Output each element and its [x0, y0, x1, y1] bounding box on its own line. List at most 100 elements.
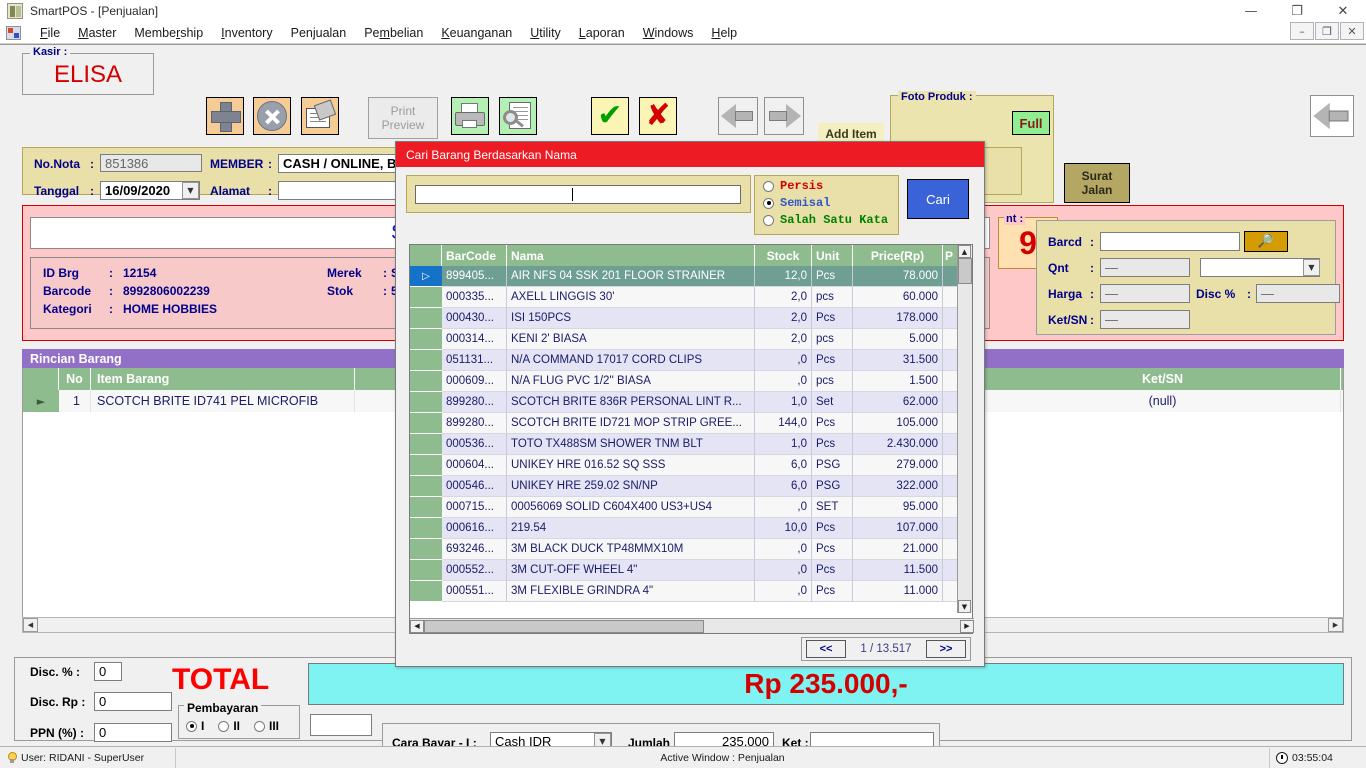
results-col-price[interactable]: Price(Rp) — [853, 245, 943, 266]
preview-button[interactable] — [499, 97, 537, 135]
menu-item-windows[interactable]: Windows — [634, 24, 703, 42]
tanggal-dropdown-chevron-down-icon[interactable]: ▼ — [182, 182, 199, 199]
search-input[interactable] — [415, 185, 741, 204]
pager-prev-button[interactable]: << — [806, 640, 846, 658]
menu-item-help[interactable]: Help — [702, 24, 746, 42]
menu-item-utility[interactable]: Utility — [521, 24, 570, 42]
radio-pembayaran-1-icon[interactable] — [186, 720, 197, 732]
surat-jalan-button[interactable]: Surat Jalan — [1064, 163, 1130, 203]
results-row[interactable]: 000430... ISI 150PCS 2,0 Pcs 178.000 — [410, 308, 972, 329]
scroll-up-icon[interactable]: ▲ — [958, 245, 971, 258]
mdi-window-buttons[interactable]: – ❐ ✕ — [1289, 22, 1364, 42]
menu-item-master[interactable]: Master — [69, 24, 125, 42]
results-row[interactable]: 000546... UNIKEY HRE 259.02 SN/NP 6,0 PSG 32… — [410, 476, 972, 497]
search-mode-salah-satu-kata[interactable]: Salah Satu Kata — [763, 213, 898, 227]
pembayaran-option-1[interactable]: I — [186, 719, 204, 733]
unit-combo[interactable] — [1200, 258, 1320, 277]
minimize-button[interactable]: — — [1228, 0, 1274, 22]
results-row[interactable]: 000609... N/A FLUG PVC 1/2'' BIASA ,0 pcs 1.… — [410, 371, 972, 392]
results-row[interactable]: 000536... TOTO TX488SM SHOWER TNM BLT 1,0 P… — [410, 434, 972, 455]
radio-pembayaran-2-icon[interactable] — [218, 720, 230, 732]
search-results-grid[interactable]: BarCode Nama Stock Unit Price(Rp) P ▷ 899… — [409, 244, 974, 634]
results-horizontal-scrollbar[interactable]: ◀ ▶ — [410, 618, 974, 633]
radio-persis-icon[interactable] — [763, 180, 774, 192]
close-button[interactable]: ✕ — [1320, 0, 1366, 22]
results-row[interactable]: 899280... SCOTCH BRITE ID721 MOP STRIP GR… — [410, 413, 972, 434]
search-mode-semisal[interactable]: Semisal — [763, 196, 898, 210]
menu-item-laporan[interactable]: Laporan — [570, 24, 634, 42]
results-col-unit[interactable]: Unit — [812, 245, 853, 266]
results-row[interactable]: 899280... SCOTCH BRITE 836R PERSONAL LINT… — [410, 392, 972, 413]
menu-item-file[interactable]: File — [31, 24, 69, 42]
scroll-down-icon[interactable]: ▼ — [958, 600, 971, 613]
cell-unit: SET — [812, 497, 853, 518]
results-row[interactable]: 000715... 00056069 SOLID C604X400 US3+US4… — [410, 497, 972, 518]
scroll-left-icon[interactable]: ◀ — [23, 618, 38, 632]
scroll-right-icon[interactable]: ▶ — [1328, 618, 1343, 632]
print-button[interactable] — [451, 97, 489, 135]
disc-pct-input[interactable]: 0 — [94, 662, 122, 681]
mdi-close-button[interactable]: ✕ — [1340, 22, 1364, 40]
results-col-stock[interactable]: Stock — [755, 245, 812, 266]
ppn-input[interactable]: 0 — [94, 723, 172, 742]
results-grid-body[interactable]: ▷ 899405... AIR NFS 04 SSK 201 FLOOR STRAI… — [410, 266, 972, 602]
pembayaran-radio-group[interactable]: I II III — [186, 719, 279, 733]
results-row[interactable]: 000314... KENI 2' BIASA 2,0 pcs 5.000 — [410, 329, 972, 350]
window-controls[interactable]: — ❐ ✕ — [1228, 0, 1366, 22]
results-col-nama[interactable]: Nama — [507, 245, 755, 266]
menu-item-membership[interactable]: Membership — [125, 24, 212, 42]
ketsn-input[interactable]: — — [1100, 310, 1190, 329]
mdi-minimize-button[interactable]: – — [1290, 22, 1314, 40]
disc-input[interactable]: — — [1256, 284, 1340, 303]
kembali-input[interactable] — [310, 714, 372, 736]
edit-button[interactable] — [301, 97, 339, 135]
search-mode-groupbox[interactable]: Persis Semisal Salah Satu Kata — [754, 175, 899, 235]
results-row[interactable]: 000552... 3M CUT-OFF WHEEL 4" ,0 Pcs 11.500 — [410, 560, 972, 581]
cancel-button[interactable] — [253, 97, 291, 135]
results-scroll-right-icon[interactable]: ▶ — [960, 619, 974, 633]
results-pager[interactable]: << 1 / 13.517 >> — [801, 637, 971, 661]
mdi-restore-button[interactable]: ❐ — [1315, 22, 1339, 40]
unit-combo-chevron-down-icon[interactable]: ▼ — [1303, 259, 1320, 276]
results-col-barcode[interactable]: BarCode — [442, 245, 507, 266]
pembayaran-option-3[interactable]: III — [254, 719, 279, 733]
menu-item-inventory[interactable]: Inventory — [212, 24, 281, 42]
pager-next-button[interactable]: >> — [926, 640, 966, 658]
pembayaran-option-2[interactable]: II — [218, 719, 240, 733]
back-button[interactable] — [1310, 95, 1354, 137]
qnt-input[interactable]: — — [1100, 258, 1190, 277]
menu-item-penjualan[interactable]: Penjualan — [282, 24, 356, 42]
results-scroll-left-icon[interactable]: ◀ — [410, 619, 424, 633]
radio-salah-satu-kata-icon[interactable] — [763, 214, 774, 226]
save-button[interactable]: ✔ — [591, 97, 629, 135]
next-record-button[interactable] — [764, 97, 804, 135]
delete-button[interactable]: ✘ — [639, 97, 677, 135]
nonota-input[interactable]: 851386 — [100, 154, 202, 172]
results-row[interactable]: 000335... AXELL LINGGIS 30' 2,0 pcs 60.000 — [410, 287, 972, 308]
arrow-left-big-icon — [1313, 102, 1350, 130]
menu-item-pembelian[interactable]: Pembelian — [355, 24, 432, 42]
results-row[interactable]: ▷ 899405... AIR NFS 04 SSK 201 FLOOR STRAI… — [410, 266, 972, 287]
results-vertical-scrollbar[interactable]: ▲ ▼ — [957, 245, 972, 613]
print-preview-button[interactable]: Print Preview — [368, 97, 438, 139]
results-row[interactable]: 693246... 3M BLACK DUCK TP48MMX10M ,0 Pcs 21… — [410, 539, 972, 560]
disc-rp-input[interactable]: 0 — [94, 692, 172, 711]
radio-pembayaran-3-icon[interactable] — [254, 720, 266, 732]
radio-semisal-icon[interactable] — [763, 197, 774, 209]
results-row[interactable]: 051131... N/A COMMAND 17017 CORD CLIPS ,0 P… — [410, 350, 972, 371]
barcd-input[interactable] — [1100, 232, 1240, 251]
app-window: SmartPOS - [Penjualan] — ❐ ✕ File Master… — [0, 0, 1366, 768]
cari-button[interactable]: Cari — [907, 179, 969, 219]
barcode-search-icon[interactable]: 🔎 — [1244, 231, 1288, 252]
menu-item-keuanganan[interactable]: Keuanganan — [432, 24, 521, 42]
results-row[interactable]: 000616... 219.54 10,0 Pcs 107.000 — [410, 518, 972, 539]
full-photo-button[interactable]: Full — [1012, 111, 1050, 135]
previous-record-button[interactable] — [718, 97, 758, 135]
harga-input[interactable]: — — [1100, 284, 1190, 303]
results-row[interactable]: 000551... 3M FLEXIBLE GRINDRA 4" ,0 Pcs 11.0… — [410, 581, 972, 602]
add-new-button[interactable] — [206, 97, 244, 135]
search-mode-persis[interactable]: Persis — [763, 179, 898, 193]
search-mode-salah-satu-kata-label: Salah Satu Kata — [780, 213, 889, 227]
results-row[interactable]: 000604... UNIKEY HRE 016.52 SQ SSS 6,0 PSG 2… — [410, 455, 972, 476]
maximize-button[interactable]: ❐ — [1274, 0, 1320, 22]
